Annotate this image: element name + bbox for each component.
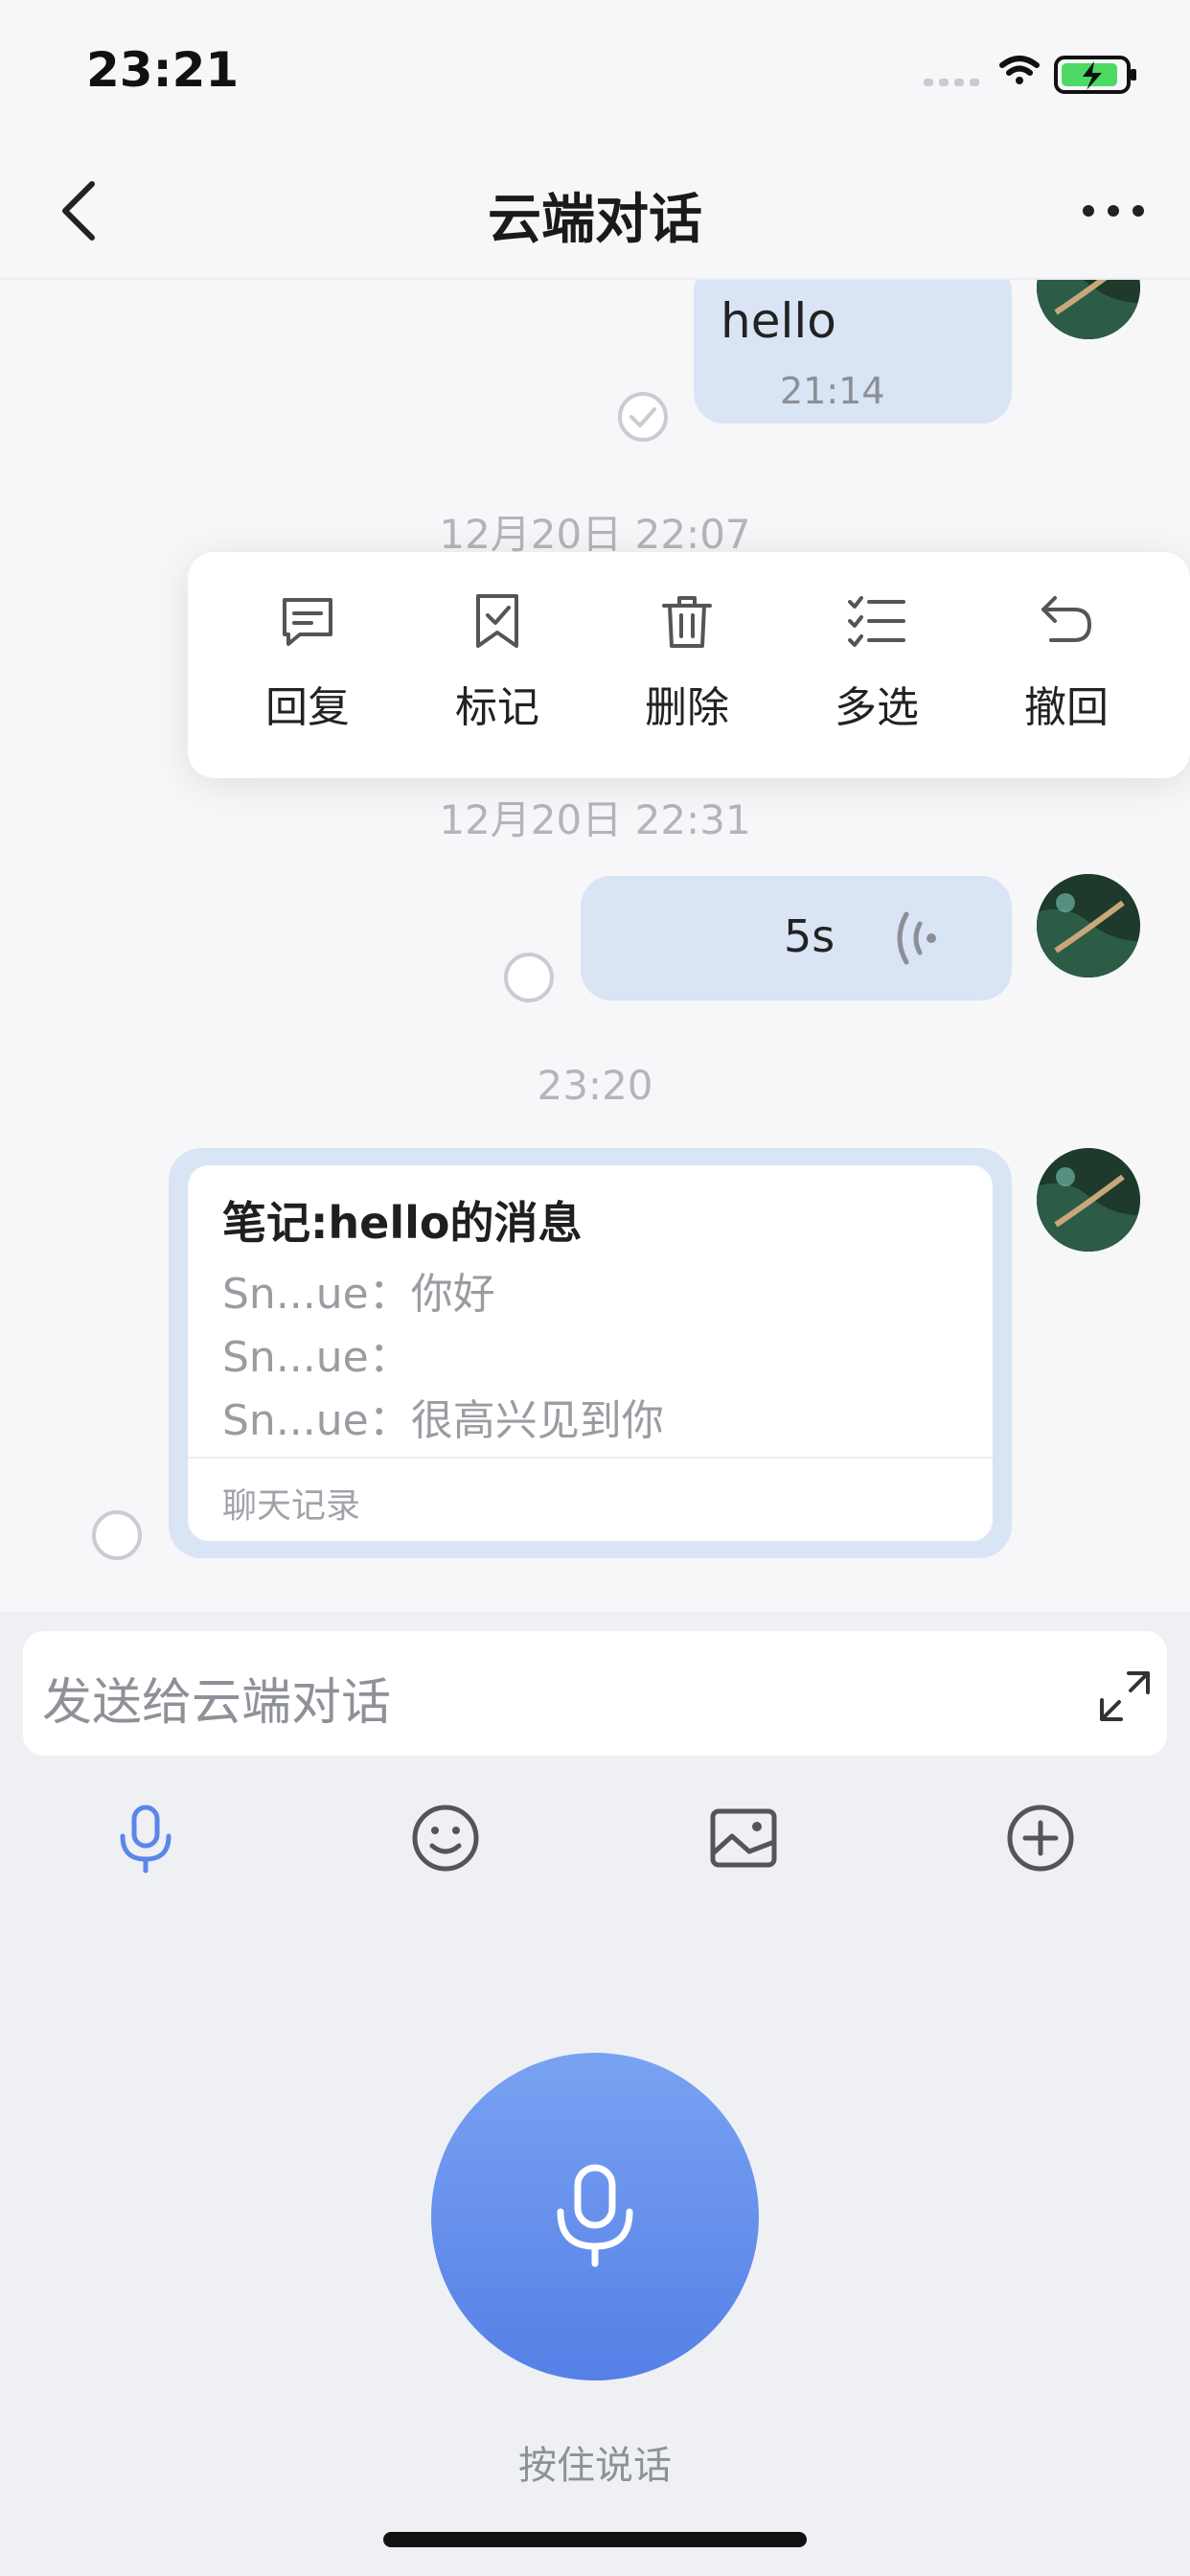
status-bar: 23:21	[0, 0, 1190, 144]
nav-bar: 云端对话	[0, 144, 1190, 280]
voice-message-bubble[interactable]: 5s	[581, 876, 1012, 1000]
message-text: hello	[721, 293, 836, 349]
image-icon[interactable]	[705, 1800, 782, 1876]
microphone-icon[interactable]	[107, 1800, 184, 1876]
home-indicator	[383, 2532, 807, 2547]
select-circle[interactable]	[504, 953, 554, 1002]
status-icons	[924, 50, 1144, 96]
signal-icon	[924, 79, 979, 86]
expand-icon[interactable]	[1096, 1668, 1154, 1725]
checked-circle-icon[interactable]	[617, 391, 669, 443]
menu-item-label: 回复	[265, 683, 350, 732]
hold-to-talk-label: 按住说话	[518, 2444, 672, 2488]
menu-item-label: 撤回	[1024, 683, 1109, 732]
page-title: 云端对话	[488, 189, 702, 251]
note-line: Sn...ue：	[222, 1333, 411, 1382]
hold-to-talk-button[interactable]	[431, 2053, 759, 2380]
more-dots-icon	[1083, 205, 1144, 217]
message-time: 21:14	[780, 370, 885, 412]
message-bubble[interactable]: hello 21:14	[694, 280, 1012, 424]
menu-item-delete[interactable]: 删除	[615, 590, 759, 744]
menu-item-bookmark[interactable]: 标记	[425, 590, 569, 744]
composer: 发送给云端对话 按住说话	[0, 1612, 1190, 2576]
note-card-content[interactable]: 笔记:hello的消息 Sn...ue：你好 Sn...ue： Sn...ue：…	[188, 1165, 993, 1541]
undo-icon	[1041, 596, 1092, 642]
reply-icon	[283, 598, 332, 646]
avatar[interactable]	[1037, 1148, 1140, 1252]
status-time: 23:21	[86, 42, 240, 98]
emoji-icon[interactable]	[407, 1800, 484, 1876]
menu-item-label: 标记	[455, 683, 539, 732]
message-input[interactable]: 发送给云端对话	[23, 1631, 1167, 1756]
context-menu: 回复 标记 删除 多选 撤回	[188, 552, 1190, 778]
voice-duration: 5s	[784, 910, 835, 962]
time-divider: 12月20日 22:31	[439, 796, 751, 843]
voice-wave-icon	[887, 905, 954, 972]
time-divider: 23:20	[537, 1062, 653, 1109]
battery-icon	[1054, 56, 1136, 94]
note-line: Sn...ue：很高兴见到你	[222, 1396, 664, 1445]
note-title: 笔记:hello的消息	[222, 1197, 583, 1249]
menu-item-multiselect[interactable]: 多选	[805, 590, 949, 744]
divider	[188, 1457, 993, 1459]
more-button[interactable]	[1075, 182, 1152, 240]
select-circle[interactable]	[92, 1510, 142, 1560]
note-line: Sn...ue：你好	[222, 1270, 495, 1319]
multi-select-icon	[848, 596, 905, 647]
bookmark-icon	[476, 594, 518, 648]
wifi-icon	[999, 56, 1040, 84]
menu-item-recall[interactable]: 撤回	[995, 590, 1138, 744]
input-placeholder: 发送给云端对话	[42, 1674, 392, 1732]
note-footer: 聊天记录	[222, 1486, 361, 1526]
menu-item-reply[interactable]: 回复	[236, 590, 379, 744]
microphone-icon	[557, 2164, 633, 2267]
menu-item-label: 删除	[645, 683, 729, 732]
plus-circle-icon[interactable]	[1002, 1800, 1079, 1876]
avatar[interactable]	[1037, 874, 1140, 978]
avatar[interactable]	[1037, 280, 1140, 339]
trash-icon	[662, 596, 712, 648]
menu-item-label: 多选	[835, 683, 919, 732]
